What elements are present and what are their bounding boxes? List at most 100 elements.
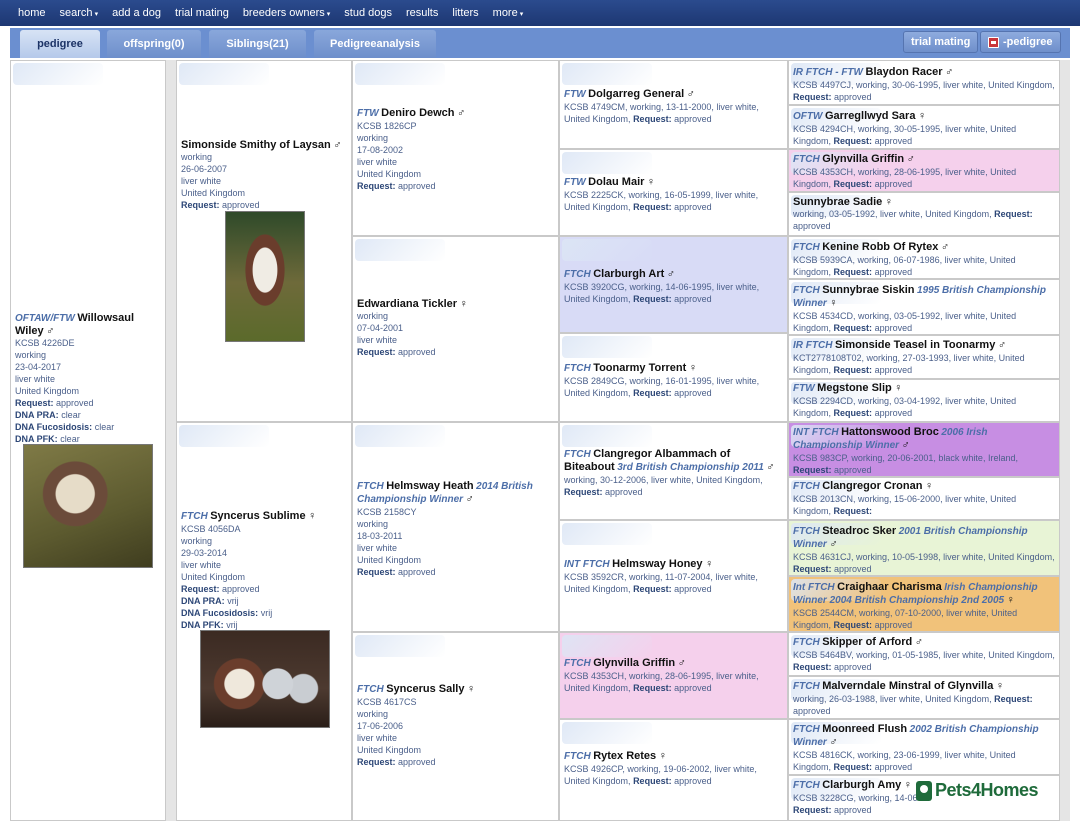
- dog-details: KCSB 5464BV, working, 01-05-1985, liver …: [793, 650, 1055, 672]
- male-icon: ♂: [677, 657, 686, 669]
- dog-name-link[interactable]: Megstone Slip: [817, 382, 892, 394]
- dog-details: KCSB 3920CG, working, 14-06-1995, liver …: [564, 282, 760, 304]
- male-icon: ♂: [686, 88, 695, 100]
- pedigree-cell-great-grandparent: FTCH Clangregor Albammach of Biteabout 3…: [559, 422, 788, 520]
- dog-heading: Sunnybrae Sadie ♀: [793, 196, 1055, 208]
- nav-more[interactable]: more ▾: [493, 7, 524, 19]
- pedigree-cell-ggg: INT FTCH Hattonswood Broc 2006 Irish Cha…: [788, 422, 1060, 477]
- tab-offspring[interactable]: offspring(0): [107, 30, 201, 58]
- female-icon: ♀: [995, 680, 1005, 692]
- dog-heading: FTCH Moonreed Flush 2002 British Champio…: [793, 723, 1039, 748]
- dog-name-link[interactable]: Kenine Robb Of Rytex: [822, 241, 938, 253]
- dog-working: working: [357, 133, 389, 143]
- dog-heading: Simonside Smithy of Laysan ♂: [181, 139, 347, 151]
- dog-details: working, 26-03-1988, liver white, United…: [793, 694, 1033, 716]
- dog-name-link[interactable]: Steadroc Sker: [822, 525, 896, 537]
- pedigree-cell-great-grandparent: FTCH Toonarmy Torrent ♀ KCSB 2849CG, wor…: [559, 333, 788, 422]
- dog-heading: Edwardiana Tickler ♀: [357, 298, 554, 310]
- dog-name-link[interactable]: Clarburgh Amy: [822, 779, 901, 791]
- dog-working: working: [15, 350, 47, 360]
- dog-country: United Kingdom: [181, 572, 246, 582]
- dog-name-link[interactable]: Sunnybrae Sadie: [793, 196, 882, 208]
- male-icon: ♂: [666, 268, 676, 280]
- dog-photo[interactable]: [200, 630, 330, 728]
- dog-name-link[interactable]: Glynvilla Griffin: [593, 657, 675, 669]
- dog-name-link[interactable]: Toonarmy Torrent: [593, 362, 686, 374]
- female-icon: ♀: [903, 779, 912, 791]
- dog-name-link[interactable]: Blaydon Racer: [866, 66, 943, 78]
- nav-breeders-owners[interactable]: breeders owners ▾: [243, 7, 330, 19]
- dog-name-link[interactable]: Dolgarreg General: [588, 88, 684, 100]
- dog-heading: FTCH Skipper of Arford ♂: [793, 636, 923, 648]
- dog-name-link[interactable]: Deniro Dewch: [381, 107, 454, 119]
- dog-heading: FTCH Glynvilla Griffin ♂: [564, 657, 686, 669]
- nav-results[interactable]: results: [406, 7, 438, 19]
- chevron-down-icon: ▾: [519, 11, 524, 18]
- pedigree-cell-ggg: FTCH Glynvilla Griffin ♂ KCSB 4353CH, wo…: [788, 149, 1060, 192]
- dog-name-link[interactable]: Glynvilla Griffin: [822, 153, 904, 165]
- dog-name-link[interactable]: Craighaar Charisma: [837, 581, 942, 593]
- dog-colour: liver white: [181, 560, 222, 570]
- pedigree-cell-grandparent: FTW Deniro Dewch ♂ KCSB 1826CP working 1…: [352, 60, 559, 236]
- dog-heading: FTCH Syncerus Sublime ♀: [181, 510, 317, 522]
- site-watermark: Pets4Homes: [916, 780, 1039, 801]
- dog-name-link[interactable]: Clarburgh Art: [593, 268, 664, 280]
- male-icon: ♂: [333, 139, 342, 151]
- dog-name-link[interactable]: Garregllwyd Sara: [825, 110, 916, 122]
- dog-birth-date: 07-04-2001: [357, 323, 404, 333]
- dog-details: KCT2778108T02, working, 27-03-1993, live…: [793, 353, 1025, 375]
- nav-home[interactable]: home: [18, 7, 46, 19]
- dog-heading: FTCH Helmsway Heath 2014 British Champio…: [357, 480, 533, 505]
- pedigree-cell-subject: OFTAW/FTW Willowsaul Wiley ♂ KCSB 4226DE…: [10, 60, 166, 821]
- dog-name-link[interactable]: Dolau Mair: [588, 176, 644, 188]
- nav-add-a-dog[interactable]: add a dog: [112, 7, 161, 19]
- dog-details: KCSB 4353CH, working, 28-06-1995, liver …: [564, 671, 759, 693]
- dog-name-link[interactable]: Skipper of Arford: [822, 636, 912, 648]
- dog-name-link[interactable]: Rytex Retes: [593, 750, 656, 762]
- dog-name-link[interactable]: Moonreed Flush: [822, 723, 907, 735]
- dog-name-link[interactable]: Hattonswood Broc: [841, 426, 939, 438]
- dog-heading: FTCH Toonarmy Torrent ♀: [564, 362, 698, 374]
- dog-heading: FTCH Clarburgh Art ♂: [564, 268, 676, 280]
- dog-birth-date: 26-06-2007: [181, 164, 228, 174]
- dog-name-link[interactable]: Edwardiana Tickler: [357, 298, 457, 310]
- dog-details: KSCB 2544CM, working, 07-10-2000, liver …: [793, 608, 1018, 630]
- dog-heading: FTCH Glynvilla Griffin ♂: [793, 153, 915, 165]
- dog-name-link[interactable]: Malverndale Minstral of Glynvilla: [822, 680, 993, 692]
- dog-name-link[interactable]: Syncerus Sublime: [210, 510, 305, 522]
- tab-pedigree[interactable]: pedigree: [20, 30, 100, 58]
- dog-details: working, 30-12-2006, liver white, United…: [564, 475, 763, 497]
- dog-name-link[interactable]: Helmsway Heath: [386, 480, 473, 492]
- dog-request: Request: approved: [357, 757, 436, 767]
- dog-details: KCSB 983CP, working, 20-06-2001, black w…: [793, 453, 1018, 475]
- dog-request: Request: approved: [357, 181, 436, 191]
- dog-details: KCSB 2849CG, working, 16-01-1995, liver …: [564, 376, 760, 398]
- dog-details: KCSB 5939CA, working, 06-07-1986, liver …: [793, 255, 1016, 277]
- dog-name-link[interactable]: Helmsway Honey: [612, 558, 702, 570]
- dog-heading: FTW Megstone Slip ♀: [793, 382, 903, 394]
- dog-photo[interactable]: [23, 444, 153, 568]
- dog-colour: liver white: [181, 176, 222, 186]
- pdf-pedigree-button[interactable]: -pedigree: [980, 31, 1061, 53]
- dog-photo[interactable]: [225, 211, 305, 342]
- watermark-text: Pets4Homes: [935, 780, 1039, 800]
- dog-name-link[interactable]: Clangregor Cronan: [822, 480, 922, 492]
- dog-heading: INT FTCH Helmsway Honey ♀: [564, 558, 714, 570]
- nav-litters[interactable]: litters: [452, 7, 478, 19]
- pedigree-cell-grandparent: FTCH Syncerus Sally ♀ KCSB 4617CS workin…: [352, 632, 559, 821]
- dog-name-link[interactable]: Syncerus Sally: [386, 683, 464, 695]
- dog-heading: FTCH Sunnybrae Siskin 1995 British Champ…: [793, 284, 1046, 309]
- nav-search[interactable]: search ▾: [60, 7, 99, 19]
- dog-name-link[interactable]: Sunnybrae Siskin: [822, 284, 914, 296]
- dog-registration: KCSB 4226DE: [15, 338, 75, 348]
- trial-mating-button[interactable]: trial mating: [903, 31, 979, 53]
- dog-name-link[interactable]: Simonside Teasel in Toonarmy: [835, 339, 995, 351]
- tab-pedigree-analysis[interactable]: Pedigreeanalysis: [314, 30, 436, 58]
- dog-name-link[interactable]: Simonside Smithy of Laysan: [181, 139, 331, 151]
- nav-trial-mating[interactable]: trial mating: [175, 7, 229, 19]
- nav-stud-dogs[interactable]: stud dogs: [344, 7, 392, 19]
- dog-colour: liver white: [357, 543, 398, 553]
- female-icon: ♀: [894, 382, 903, 394]
- male-icon: ♂: [465, 493, 474, 505]
- tab-siblings[interactable]: Siblings(21): [209, 30, 306, 58]
